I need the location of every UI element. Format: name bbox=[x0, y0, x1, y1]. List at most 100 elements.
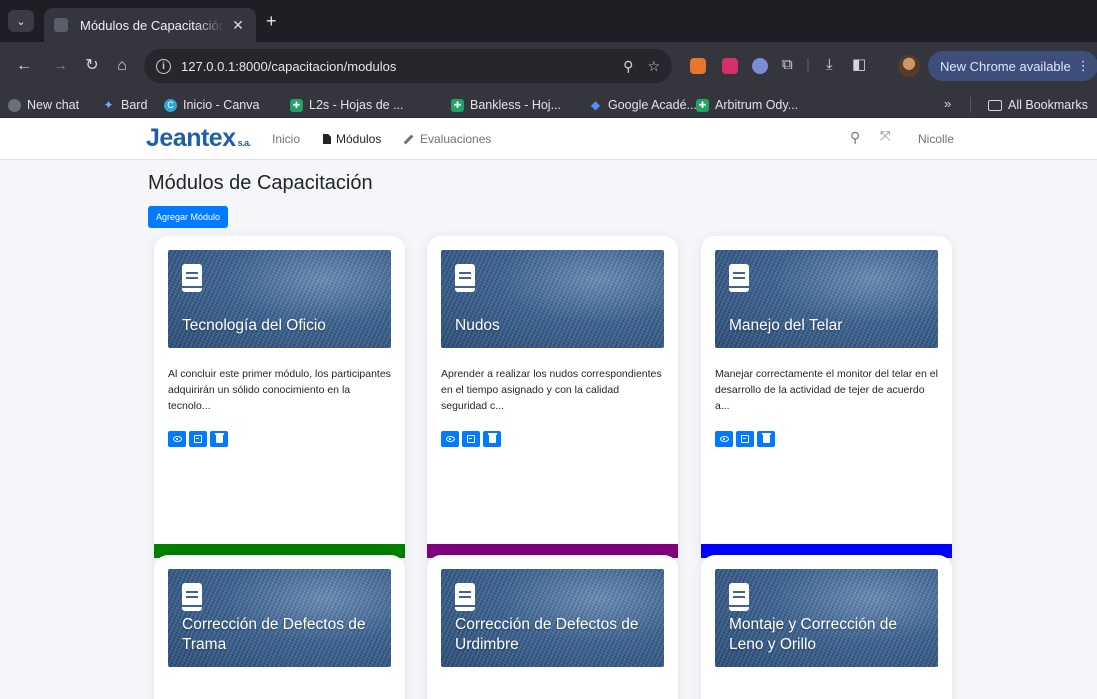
book-icon bbox=[455, 583, 475, 611]
extension-mc-icon[interactable] bbox=[722, 58, 738, 74]
card-image: Corrección de Defectos de Urdimbre bbox=[441, 569, 664, 667]
plus-icon: + bbox=[266, 11, 277, 31]
card-description: Manejar correctamente el monitor del tel… bbox=[715, 368, 938, 412]
home-icon: ⌂ bbox=[117, 57, 127, 74]
all-bookmarks-button[interactable]: All Bookmarks bbox=[988, 96, 1088, 114]
nav-link-inicio[interactable]: Inicio bbox=[272, 132, 300, 146]
bookmark-new-chat[interactable]: New chat bbox=[8, 96, 79, 114]
card-image: Manejo del Telar bbox=[715, 250, 938, 348]
chrome-update-button[interactable]: New Chrome available ⋮ bbox=[928, 51, 1097, 81]
back-button[interactable]: ← bbox=[14, 57, 34, 75]
bookmark-bard[interactable]: ✦ Bard bbox=[102, 96, 147, 114]
star-icon[interactable]: ☆ bbox=[647, 58, 660, 75]
profile-avatar[interactable] bbox=[898, 55, 920, 77]
nav-label: Módulos bbox=[336, 132, 382, 146]
canva-icon: C bbox=[164, 98, 177, 112]
module-card[interactable]: Tecnología del Oficio Al concluir este p… bbox=[154, 236, 405, 558]
trash-icon bbox=[214, 433, 224, 443]
module-card[interactable]: Nudos Aprender a realizar los nudos corr… bbox=[427, 236, 678, 558]
delete-button[interactable] bbox=[483, 431, 501, 447]
more-bookmarks-button[interactable]: » bbox=[944, 96, 951, 111]
sheets-icon: ✚ bbox=[290, 98, 303, 112]
bookmark-label: Google Acadé... bbox=[608, 98, 697, 112]
card-title: Manejo del Telar bbox=[729, 317, 843, 334]
card-description: Aprender a realizar los nudos correspond… bbox=[441, 368, 662, 412]
module-card[interactable]: Montaje y Corrección de Leno y Orillo bbox=[701, 555, 952, 699]
download-icon[interactable]: ⤓ bbox=[826, 56, 833, 74]
card-title: Tecnología del Oficio bbox=[182, 317, 326, 334]
card-description: Al concluir este primer módulo, los part… bbox=[168, 368, 391, 412]
url-text[interactable]: 127.0.0.1:8000/capacitacion/modulos bbox=[181, 59, 609, 74]
browser-tab-active[interactable]: Módulos de Capacitación ✕ bbox=[44, 8, 256, 42]
book-icon bbox=[182, 583, 202, 611]
file-icon bbox=[323, 134, 331, 144]
edit-button[interactable] bbox=[462, 431, 480, 447]
nav-label: Inicio bbox=[272, 132, 301, 146]
reload-button[interactable]: ↻ bbox=[82, 57, 102, 75]
folder-icon bbox=[988, 99, 1002, 111]
user-menu[interactable]: Nicolle bbox=[918, 132, 954, 146]
arrow-left-icon: ← bbox=[16, 57, 32, 74]
view-button[interactable] bbox=[715, 431, 733, 447]
sheets-icon: ✚ bbox=[451, 98, 464, 112]
bookmark-bankless-sheets[interactable]: ✚ Bankless - Hoj... bbox=[451, 96, 561, 114]
fullscreen-icon[interactable]: ⤧ bbox=[880, 128, 890, 144]
extension-fox-icon[interactable] bbox=[690, 58, 706, 74]
view-button[interactable] bbox=[441, 431, 459, 447]
bookmark-label: Bankless - Hoj... bbox=[470, 98, 562, 112]
tab-search-button[interactable]: ⌄ bbox=[8, 10, 34, 32]
bookmark-label: Inicio - Canva bbox=[183, 98, 260, 112]
module-card[interactable]: Manejo del Telar Manejar correctamente e… bbox=[701, 236, 952, 558]
bookmarks-bar: New chat ✦ Bard C Inicio - Canva ✚ L2s -… bbox=[0, 92, 1097, 118]
brand-logo[interactable]: Jeantex s.a. bbox=[146, 124, 251, 157]
address-bar[interactable]: i 127.0.0.1:8000/capacitacion/modulos ⚲ … bbox=[144, 49, 672, 83]
extension-blob-icon[interactable] bbox=[752, 58, 768, 74]
card-image: Tecnología del Oficio bbox=[168, 250, 391, 348]
bookmark-canva[interactable]: C Inicio - Canva bbox=[164, 96, 259, 114]
module-card[interactable]: Corrección de Defectos de Urdimbre bbox=[427, 555, 678, 699]
search-icon[interactable]: ⚲ bbox=[850, 129, 860, 146]
bookmark-arbitrum[interactable]: ✚ Arbitrum Ody... bbox=[696, 96, 798, 114]
card-title: Nudos bbox=[455, 317, 500, 334]
kebab-menu-icon[interactable]: ⋮ bbox=[1077, 58, 1090, 74]
edit-button[interactable] bbox=[189, 431, 207, 447]
info-icon[interactable]: i bbox=[156, 58, 171, 74]
delete-button[interactable] bbox=[210, 431, 228, 447]
extensions-puzzle-icon[interactable]: ⧉ bbox=[782, 56, 793, 74]
edit-button[interactable] bbox=[736, 431, 754, 447]
eye-icon bbox=[445, 436, 455, 442]
eye-icon bbox=[172, 436, 182, 442]
module-card[interactable]: Corrección de Defectos de Trama bbox=[154, 555, 405, 699]
book-icon bbox=[182, 264, 202, 292]
card-actions bbox=[441, 431, 501, 447]
nav-link-evaluaciones[interactable]: Evaluaciones bbox=[403, 132, 491, 146]
bookmark-label: Arbitrum Ody... bbox=[715, 98, 799, 112]
card-image: Montaje y Corrección de Leno y Orillo bbox=[715, 569, 938, 667]
bookmark-l2s-sheets[interactable]: ✚ L2s - Hojas de ... bbox=[290, 96, 404, 114]
new-tab-button[interactable]: + bbox=[266, 12, 277, 30]
browser-toolbar: ← → ↻ ⌂ i 127.0.0.1:8000/capacitacion/mo… bbox=[0, 42, 1097, 92]
list-icon bbox=[194, 435, 202, 443]
forward-button[interactable]: → bbox=[50, 57, 70, 75]
book-icon bbox=[729, 583, 749, 611]
app-navbar: Jeantex s.a. Inicio Módulos Evaluaciones … bbox=[0, 118, 1097, 160]
card-title: Corrección de Defectos de Urdimbre bbox=[455, 616, 639, 653]
zoom-icon[interactable]: ⚲ bbox=[623, 58, 633, 75]
view-button[interactable] bbox=[168, 431, 186, 447]
delete-button[interactable] bbox=[757, 431, 775, 447]
reload-icon: ↻ bbox=[85, 57, 99, 74]
bookmark-google-scholar[interactable]: ◆ Google Acadé... bbox=[589, 96, 697, 114]
close-icon[interactable]: ✕ bbox=[230, 17, 246, 34]
home-button[interactable]: ⌂ bbox=[112, 57, 132, 75]
card-image: Nudos bbox=[441, 250, 664, 348]
favicon-icon bbox=[54, 18, 68, 32]
trash-icon bbox=[761, 433, 771, 443]
side-panel-icon[interactable]: ◧ bbox=[852, 56, 866, 74]
chatgpt-icon bbox=[8, 98, 21, 112]
add-module-button[interactable]: Agregar Módulo bbox=[148, 206, 228, 228]
update-label: New Chrome available bbox=[940, 58, 1071, 74]
nav-link-modulos[interactable]: Módulos bbox=[323, 132, 381, 146]
page-title: Módulos de Capacitación bbox=[148, 172, 373, 194]
bookmark-label: Bard bbox=[121, 98, 148, 112]
book-icon bbox=[729, 264, 749, 292]
